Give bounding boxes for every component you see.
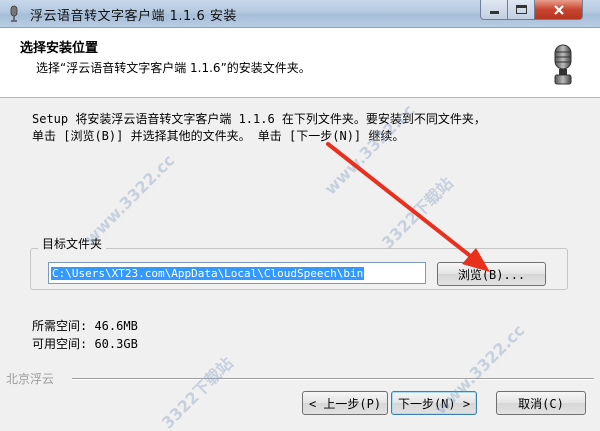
wizard-header: 选择安装位置 选择“浮云语音转文字客户端 1.1.6”的安装文件夹。	[0, 28, 600, 98]
minimize-button[interactable]	[480, 0, 508, 20]
description-line: Setup 将安装浮云语音转文字客户端 1.1.6 在下列文件夹。要安装到不同文…	[32, 112, 486, 126]
back-button[interactable]: < 上一步(P)	[302, 391, 388, 415]
cancel-button[interactable]: 取消(C)	[496, 391, 586, 415]
browse-button[interactable]: 浏览(B)...	[437, 262, 546, 286]
maximize-icon	[515, 5, 527, 14]
space-available: 可用空间: 60.3GB	[32, 337, 138, 351]
minimize-icon	[489, 11, 499, 14]
brand-label: 北京浮云	[6, 372, 55, 386]
maximize-button[interactable]	[508, 0, 535, 20]
window-title: 浮云语音转文字客户端 1.1.6 安装	[30, 9, 237, 24]
close-icon	[553, 4, 564, 15]
microphone-icon	[554, 44, 572, 85]
space-required: 所需空间: 46.6MB	[32, 319, 138, 333]
install-path-input[interactable]: C:\Users\XT23.com\AppData\Local\CloudSpe…	[48, 262, 426, 284]
page-subtitle: 选择“浮云语音转文字客户端 1.1.6”的安装文件夹。	[36, 61, 311, 75]
description: Setup 将安装浮云语音转文字客户端 1.1.6 在下列文件夹。要安装到不同文…	[32, 111, 572, 145]
title-bar: 浮云语音转文字客户端 1.1.6 安装	[0, 0, 600, 28]
description-line: 单击 [浏览(B)] 并选择其他的文件夹。 单击 [下一步(N)] 继续。	[32, 129, 405, 143]
close-button[interactable]	[535, 0, 583, 20]
microphone-icon	[10, 5, 18, 22]
install-path-value: C:\Users\XT23.com\AppData\Local\CloudSpe…	[51, 267, 365, 280]
wizard-body: Setup 将安装浮云语音转文字客户端 1.1.6 在下列文件夹。要安装到不同文…	[0, 98, 600, 431]
page-title: 选择安装位置	[20, 41, 99, 56]
footer-divider	[72, 378, 594, 380]
